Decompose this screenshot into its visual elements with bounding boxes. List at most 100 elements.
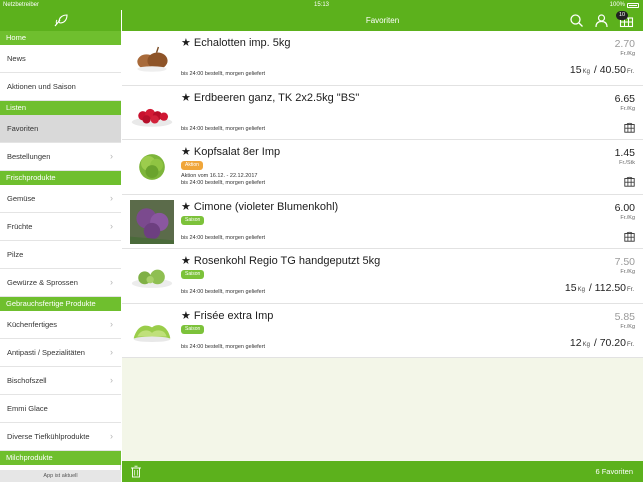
sidebar-item-bestellungen[interactable]: Bestellungen › — [0, 143, 121, 171]
product-image — [131, 108, 173, 127]
quantity-value: 12 — [569, 336, 582, 349]
section-header-milchprodukte: Milchprodukte — [0, 451, 121, 465]
product-image — [139, 154, 165, 180]
sidebar-item-gemüse[interactable]: Gemüse › — [0, 185, 121, 213]
product-image — [137, 46, 168, 72]
sidebar-item-label: Favoriten — [7, 124, 39, 133]
sidebar-header — [0, 10, 121, 31]
section-header-listen: Listen — [0, 101, 121, 115]
sidebar-item-früchte[interactable]: Früchte › — [0, 213, 121, 241]
saison-badge: Saison — [181, 324, 205, 334]
quantity-unit: Kg — [582, 341, 590, 348]
battery-label: 100% — [609, 2, 625, 8]
favorites-count: 6 Favoriten — [595, 467, 633, 476]
line-total: / 70.20 — [593, 336, 626, 349]
status-bar: Netzbetreiber 15:13 100% — [0, 0, 643, 10]
delivery-info: bis 24:00 bestellt, morgen geliefert — [181, 289, 266, 295]
product-row[interactable]: ★ Kopfsalat 8er Imp Aktion Aktion vom 16.1… — [122, 140, 643, 195]
add-to-cart-icon[interactable] — [624, 176, 635, 187]
sidebar-item-gewürze-sprossen[interactable]: Gewürze & Sprossen › — [0, 269, 121, 297]
unit-price: 6.65 — [614, 92, 635, 105]
unit-price: 7.50 — [614, 256, 635, 268]
search-icon[interactable] — [569, 13, 584, 28]
delivery-info: bis 24:00 bestellt, morgen geliefert — [181, 125, 266, 132]
bottom-bar: 6 Favoriten — [122, 461, 643, 482]
sidebar-item-label: Bischofszell — [7, 376, 47, 385]
add-to-cart-icon[interactable] — [624, 122, 635, 133]
delivery-info: bis 24:00 bestellt, morgen geliefert — [181, 180, 266, 186]
sidebar-item-aktionen-und-saison[interactable]: Aktionen und Saison — [0, 73, 121, 101]
sidebar-menu: Home News Aktionen und Saison Listen Favorit… — [0, 31, 121, 465]
clock: 15:13 — [313, 2, 329, 8]
chevron-right-icon: › — [110, 431, 113, 441]
product-row[interactable]: ★ Frisée extra Imp Saison bis 24:00 bestel… — [122, 303, 643, 358]
price-unit: Fr./Stk — [619, 160, 635, 166]
battery-icon — [627, 2, 639, 8]
currency-unit: Fr. — [627, 69, 634, 75]
section-header-frischprodukte: Frischprodukte — [0, 171, 121, 185]
product-row[interactable]: ★ Echalotten imp. 5kg bis 24:00 bestellt,… — [122, 31, 643, 86]
sidebar-item-label: Küchenfertiges — [7, 320, 58, 329]
order-quantity[interactable]: 15Kg / 112.50Fr. — [565, 282, 635, 294]
sidebar-item-bischofszell[interactable]: Bischofszell › — [0, 367, 121, 395]
leaf-logo-icon[interactable] — [53, 13, 69, 28]
sidebar-item-label: Gemüse — [7, 194, 36, 203]
trash-icon[interactable] — [130, 465, 142, 478]
quantity-value: 15 — [569, 64, 582, 76]
sidebar-item-antipasti-spezialitäten[interactable]: Antipasti / Spezialitäten › — [0, 339, 121, 367]
price-unit: Fr./Kg — [620, 51, 635, 57]
unit-price: 6.00 — [614, 201, 635, 214]
section-header-home: Home — [0, 31, 121, 45]
sidebar-item-label: Pilze — [7, 250, 24, 259]
sidebar-item-küchenfertiges[interactable]: Küchenfertiges › — [0, 311, 121, 339]
sidebar-item-emmi-glace[interactable]: Emmi Glace — [0, 395, 121, 423]
top-bar: Favoriten — [122, 10, 643, 31]
chevron-right-icon: › — [110, 221, 113, 231]
add-to-cart-icon[interactable] — [624, 231, 635, 242]
price-unit: Fr./Kg — [620, 323, 635, 330]
sidebar-item-favoriten[interactable]: Favoriten — [0, 115, 121, 143]
chevron-right-icon: › — [110, 347, 113, 357]
sidebar-item-news[interactable]: News — [0, 45, 121, 73]
order-quantity[interactable]: 15Kg / 40.50Fr. — [570, 64, 635, 76]
unit-price: 5.85 — [614, 310, 635, 323]
page-title: Favoriten — [365, 16, 400, 25]
product-name: ★ Erdbeeren ganz, TK 2x2.5kg "BS" — [181, 91, 360, 104]
battery-status: 100% — [610, 0, 639, 10]
product-name: ★ Rosenkohl Regio TG handgeputzt 5kg — [181, 255, 381, 267]
product-image — [130, 199, 174, 244]
currency-unit: Fr. — [627, 287, 634, 293]
sidebar-item-label: Gewürze & Sprossen — [7, 278, 78, 287]
product-name: ★ Frisée extra Imp — [181, 309, 274, 322]
delivery-info: bis 24:00 bestellt, morgen geliefert — [181, 343, 266, 350]
product-name: ★ Echalotten imp. 5kg — [181, 37, 291, 49]
chevron-right-icon: › — [110, 193, 113, 203]
product-image — [133, 324, 171, 342]
delivery-info: bis 24:00 bestellt, morgen geliefert — [181, 234, 266, 241]
product-name: ★ Cimone (violeter Blumenkohl) — [181, 200, 339, 213]
order-quantity[interactable]: 12Kg / 70.20Fr. — [570, 337, 635, 349]
sidebar: Home News Aktionen und Saison Listen Favorit… — [0, 0, 121, 482]
delivery-info: bis 24:00 bestellt, morgen geliefert — [181, 71, 266, 77]
sidebar-item-label: Antipasti / Spezialitäten — [7, 348, 85, 357]
quantity-unit: Kg — [577, 287, 585, 293]
product-row[interactable]: ★ Rosenkohl Regio TG handgeputzt 5kg Sais… — [122, 249, 643, 304]
sidebar-item-diverse-tiefkühlprodukte[interactable]: Diverse Tiefkühlprodukte › — [0, 423, 121, 451]
sidebar-item-label: News — [7, 54, 26, 63]
price-unit: Fr./Kg — [620, 269, 635, 275]
product-row[interactable]: ★ Cimone (violeter Blumenkohl) Saison bis … — [122, 194, 643, 249]
unit-price: 2.70 — [614, 38, 635, 50]
quantity-value: 15 — [564, 282, 577, 294]
sidebar-item-pilze[interactable]: Pilze — [0, 241, 121, 269]
unit-price: 1.45 — [614, 147, 635, 159]
chevron-right-icon: › — [110, 277, 113, 287]
price-unit: Fr./Kg — [620, 214, 635, 221]
saison-badge: Saison — [181, 215, 205, 225]
app-status-footer: App ist aktuell — [0, 470, 121, 482]
sidebar-item-label: Diverse Tiefkühlprodukte — [7, 432, 90, 441]
product-row[interactable]: ★ Erdbeeren ganz, TK 2x2.5kg "BS" bis 24:… — [122, 85, 643, 140]
chevron-right-icon: › — [110, 151, 113, 161]
line-total: / 40.50 — [593, 64, 626, 76]
line-total: / 112.50 — [588, 282, 626, 294]
user-icon[interactable] — [594, 13, 609, 28]
